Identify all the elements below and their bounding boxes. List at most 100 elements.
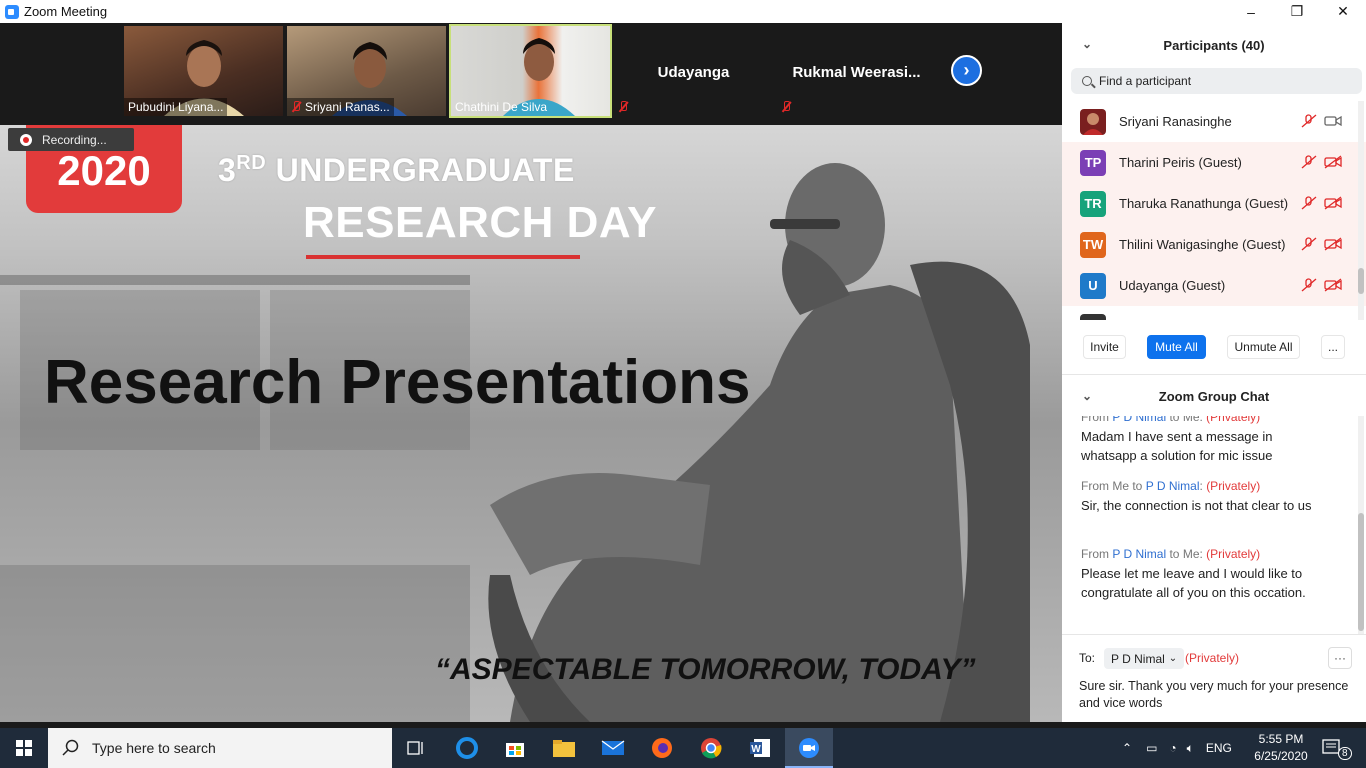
taskbar-clock[interactable]: 5:55 PM 6/25/2020 [1250,731,1312,765]
mic-muted-icon [291,101,301,113]
video-on-icon[interactable] [1324,114,1342,128]
avatar: TR [1080,190,1106,217]
recipient-value: P D Nimal [1111,651,1165,666]
battery-icon[interactable]: ▭ [1146,741,1157,755]
mic-muted-icon[interactable] [1300,278,1318,292]
file-explorer-icon[interactable] [540,728,588,768]
video-tile[interactable]: Udayanga [614,26,773,116]
participant-name-text: Sriyani Ranas... [305,100,390,114]
minimize-button[interactable]: – [1228,0,1274,23]
close-button[interactable]: ✕ [1320,0,1366,23]
participant-list: Sriyani Ranasinghe TP Tharini Peiris (Gu… [1062,101,1366,320]
participant-name: Sriyani Ranasinghe [1119,114,1232,129]
message-meta: From P D Nimal to Me: (Privately) [1081,416,1260,424]
participant-name: Udayanga (Guest) [1119,278,1226,293]
zoom-app-icon [5,4,19,19]
avatar: TW [1080,231,1106,258]
participant-row[interactable]: U Udayanga (Guest) [1062,265,1366,306]
video-off-icon[interactable] [1324,237,1342,251]
participant-row-partial[interactable] [1062,306,1366,320]
background-shelf [0,275,470,285]
taskbar-search-input[interactable]: Type here to search [48,728,392,768]
headline-line1-text: UNDERGRADUATE [266,152,575,188]
mic-muted-icon[interactable] [1300,196,1318,210]
participants-more-button[interactable]: ... [1321,335,1345,359]
headline-underline [306,255,580,259]
windows-start-icon[interactable] [0,728,48,768]
search-placeholder: Find a participant [1099,74,1192,88]
participant-row[interactable]: Sriyani Ranasinghe [1062,101,1366,142]
participant-search-input[interactable]: Find a participant [1071,68,1362,94]
mic-muted-icon[interactable] [1300,155,1318,169]
unmute-all-button[interactable]: Unmute All [1227,335,1300,359]
message-meta: From P D Nimal to Me: (Privately) [1081,547,1260,561]
meta-to: to [1129,479,1146,493]
participant-name-large: Udayanga [657,64,730,81]
window-title: Zoom Meeting [24,4,108,19]
shared-screen: 2020 Recording... 3RD UNDERGRADUATE RESE… [0,125,1062,722]
word-icon[interactable]: W [736,728,784,768]
message-text: Sir, the connection is not that clear to… [1081,498,1312,513]
sender: Me [1112,479,1130,493]
chevron-right-icon[interactable]: › [951,55,982,86]
participant-name: Thilini Wanigasinghe (Guest) [1119,237,1286,252]
participant-row[interactable]: TP Tharini Peiris (Guest) [1062,142,1366,183]
system-tray: ⌃ ▭ ◔ 🔈︎ ENG [1122,728,1232,768]
chrome-icon[interactable] [687,728,735,768]
mic-muted-icon[interactable] [1300,114,1318,128]
meta-to: to Me: [1166,547,1203,561]
network-icon[interactable]: ◔ [1169,741,1176,755]
taskbar: Type here to search W ⌃ ▭ ◔ 🔈︎ ENG 5:55 … [0,728,1366,768]
firefox-icon[interactable] [638,728,686,768]
chevron-down-icon[interactable]: ⌄ [1082,389,1092,403]
video-off-icon[interactable] [1324,278,1342,292]
chat-header: ⌄ Zoom Group Chat [1062,376,1366,416]
language-indicator[interactable]: ENG [1206,741,1232,755]
side-panel: ⌄ Participants (40) Find a participant S… [1062,23,1366,722]
message-text: Please let me leave and I would like to … [1081,566,1306,600]
headline-line2: RESEARCH DAY [303,198,658,247]
chevron-down-icon: ⌄ [1168,653,1178,664]
store-icon[interactable] [491,728,539,768]
task-view-icon[interactable] [392,728,440,768]
mic-muted-icon[interactable] [1300,237,1318,251]
restore-button[interactable]: ❐ [1274,0,1320,23]
recipient-select[interactable]: P D Nimal ⌄ [1104,648,1185,669]
video-tile[interactable]: Rukmal Weerasi... [777,26,936,116]
meta-prefix: From [1081,547,1113,561]
clock-time: 5:55 PM [1258,732,1304,746]
zoom-icon[interactable] [785,728,833,768]
participant-actions: Invite Mute All Unmute All ... [1062,335,1366,361]
participant-row[interactable]: TW Thilini Wanigasinghe (Guest) [1062,224,1366,265]
mail-icon[interactable] [589,728,637,768]
edge-icon[interactable] [443,728,491,768]
chevron-down-icon[interactable]: ⌄ [1082,37,1092,51]
invite-button[interactable]: Invite [1083,335,1126,359]
chevron-up-icon[interactable]: ⌃ [1122,741,1132,755]
video-tile-active-speaker[interactable]: Chathini De Silva [449,24,612,118]
sender-link[interactable]: P D Nimal [1112,547,1166,561]
video-tile[interactable]: Sriyani Ranas... [287,26,446,116]
recording-indicator[interactable]: Recording... [8,128,134,151]
video-tile[interactable]: Pubudini Liyana... [124,26,283,116]
participant-scroll-thumb[interactable] [1358,268,1364,294]
participant-name-large: Rukmal Weerasi... [792,64,921,81]
chat-more-button[interactable]: ··· [1328,647,1352,669]
mute-all-button[interactable]: Mute All [1147,335,1206,359]
notification-center[interactable]: 8 [1322,728,1352,768]
chat-input[interactable]: Sure sir. Thank you very much for your p… [1079,678,1349,712]
participant-row[interactable]: TR Tharuka Ranathunga (Guest) [1062,183,1366,224]
recipient-link[interactable]: P D Nimal [1146,479,1200,493]
recording-label: Recording... [42,132,107,147]
sender-link[interactable]: P D Nimal [1112,416,1166,424]
participants-title: Participants (40) [1163,37,1265,53]
chat-scroll-thumb[interactable] [1358,513,1364,631]
svg-text:W: W [751,744,761,755]
volume-icon[interactable]: 🔈︎ [1187,741,1194,756]
avatar: TP [1080,149,1106,176]
video-off-icon[interactable] [1324,155,1342,169]
to-label: To: [1079,651,1096,665]
participants-header: ⌄ Participants (40) [1062,23,1366,67]
video-off-icon[interactable] [1324,196,1342,210]
headline-ordinal: 3 [218,152,237,188]
